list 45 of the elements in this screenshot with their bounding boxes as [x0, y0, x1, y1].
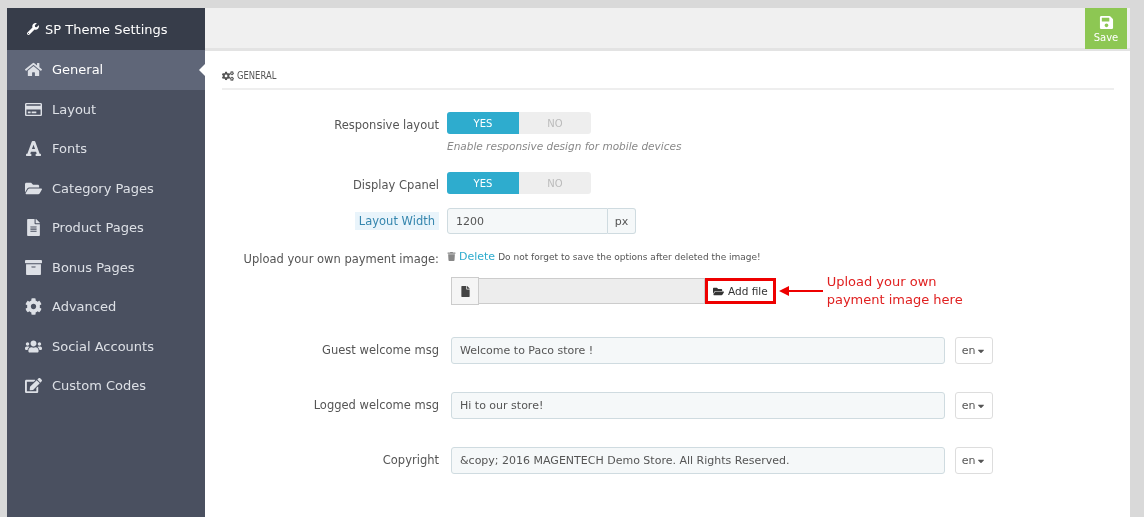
field-label: Display Cpanel	[353, 177, 439, 194]
language-dropdown[interactable]: en	[955, 447, 993, 474]
file-field[interactable]	[479, 278, 705, 304]
section-heading: GENERAL	[237, 69, 277, 82]
field-label: Guest welcome msg	[322, 342, 439, 359]
settings-icon	[25, 298, 42, 316]
card-icon	[25, 100, 42, 118]
sidebar-item[interactable]: Product Pages	[7, 208, 205, 248]
trash-icon	[447, 252, 456, 261]
sidebar-item[interactable]: Category Pages	[7, 168, 205, 208]
save-icon	[1098, 14, 1114, 30]
sidebar-item[interactable]: Advanced	[7, 287, 205, 327]
annotation: Upload your own payment image here	[826, 273, 964, 309]
sidebar-item[interactable]: Fonts	[7, 129, 205, 169]
text-field[interactable]: Hi to our store!	[451, 392, 945, 419]
unit-label: px	[608, 208, 636, 234]
arrow-icon	[778, 286, 823, 296]
settings-icon	[222, 69, 234, 82]
language-dropdown[interactable]: en	[955, 392, 993, 419]
sidebar-title: SP Theme Settings	[45, 21, 168, 37]
sidebar-item[interactable]: Layout	[7, 89, 205, 129]
field-label: Responsive layout	[334, 117, 439, 134]
document-icon	[25, 219, 42, 237]
field-label: Upload your own payment image:	[243, 251, 439, 268]
sidebar-item[interactable]: Social Accounts	[7, 326, 205, 366]
text-field[interactable]: &copy; 2016 MAGENTECH Demo Store. All Rights Reserved.	[451, 447, 945, 474]
sidebar-item[interactable]: General	[7, 50, 205, 90]
edit-icon	[25, 377, 42, 395]
font-icon	[25, 140, 42, 158]
field-label: Copyright	[382, 452, 439, 469]
wrench-icon	[27, 23, 39, 35]
field-hint: Enable responsive design for mobile devices	[447, 140, 682, 152]
language-dropdown[interactable]: en	[955, 337, 993, 364]
delete-note: Do not forget to save the options after deleted the image!	[498, 251, 761, 262]
sidebar-item[interactable]: Custom Codes	[7, 366, 205, 406]
sidebar-item[interactable]: Bonus Pages	[7, 247, 205, 287]
file-icon	[451, 277, 479, 305]
folder-icon	[713, 285, 724, 297]
field-label: Logged welcome msg	[313, 397, 439, 414]
home-icon	[25, 61, 42, 79]
field-label: Layout Width	[354, 212, 439, 230]
add-file-button[interactable]: Add file	[705, 278, 776, 304]
text-field[interactable]: Welcome to Paco store !	[451, 337, 945, 364]
width-field[interactable]: 1200	[447, 208, 608, 234]
archive-icon	[25, 258, 42, 276]
